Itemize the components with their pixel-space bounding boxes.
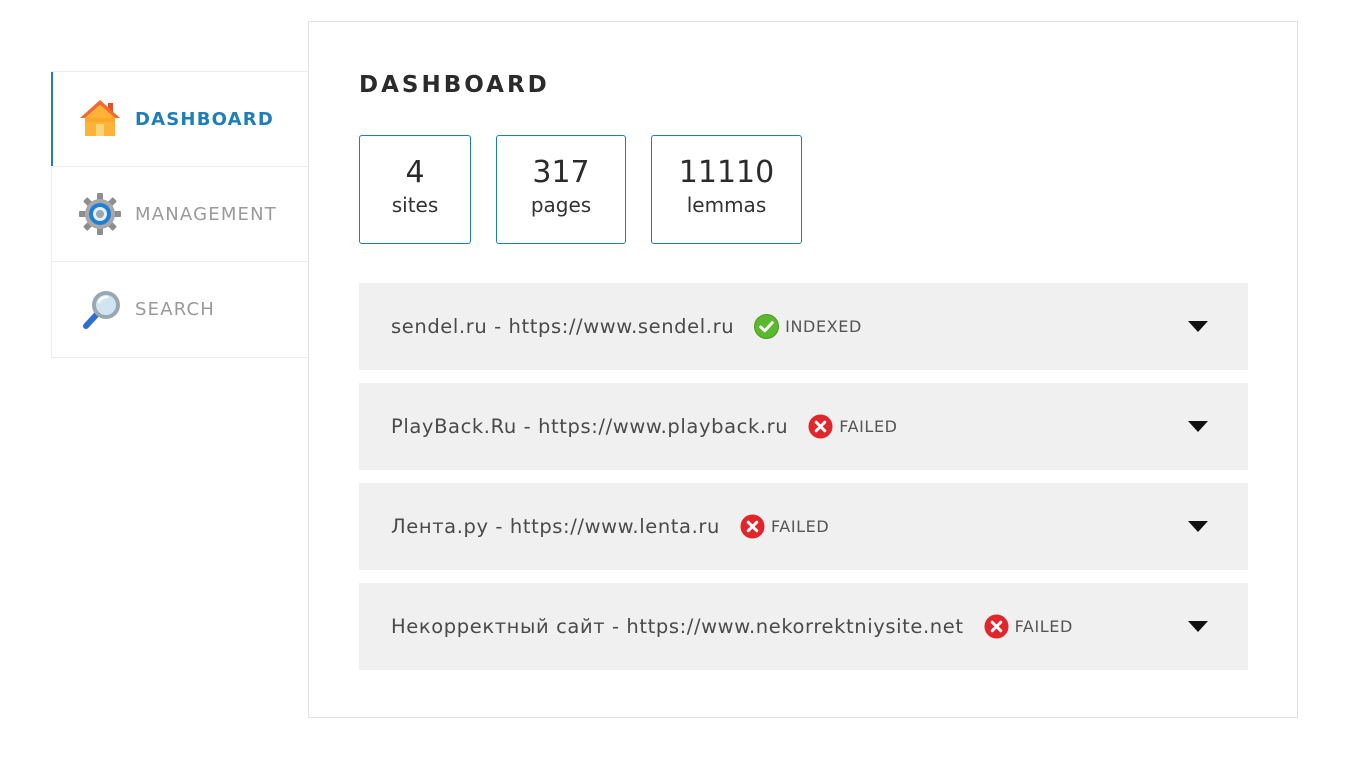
site-title: Некорректный сайт - https://www.nekorrek…: [391, 615, 964, 638]
page-title: DASHBOARD: [359, 72, 550, 98]
status-label: FAILED: [770, 517, 830, 536]
sidebar-item-dashboard[interactable]: DASHBOARD: [51, 72, 308, 167]
status-label: INDEXED: [785, 317, 862, 336]
stat-label: sites: [391, 193, 439, 217]
chevron-down-icon[interactable]: [1188, 621, 1208, 633]
magnifier-icon: [78, 288, 122, 332]
stat-value: 11110: [678, 155, 775, 190]
error-icon: [808, 414, 833, 439]
chevron-down-icon[interactable]: [1188, 521, 1208, 533]
stat-label: pages: [530, 193, 592, 217]
sidebar-item-label: SEARCH: [135, 299, 216, 320]
sidebar-item-label: MANAGEMENT: [135, 203, 277, 225]
stat-label: lemmas: [686, 193, 767, 217]
site-row[interactable]: sendel.ru - https://www.sendel.ru INDEXE…: [359, 283, 1248, 370]
site-row[interactable]: Некорректный сайт - https://www.nekorrek…: [359, 583, 1248, 670]
site-title: PlayBack.Ru - https://www.playback.ru: [391, 415, 789, 438]
stat-value: 317: [532, 155, 590, 190]
dashboard-panel: DASHBOARD 4 sites 317 pages 11110 lemmas…: [308, 21, 1298, 718]
stat-value: 4: [405, 155, 425, 190]
site-title: sendel.ru - https://www.sendel.ru: [391, 315, 735, 338]
site-row[interactable]: PlayBack.Ru - https://www.playback.ru FA…: [359, 383, 1248, 470]
sidebar-nav: DASHBOARD MANAGEMENT SEARCH: [51, 71, 308, 358]
status-label: FAILED: [839, 417, 898, 436]
check-icon: [754, 314, 780, 339]
site-title: Лента.ру - https://www.lenta.ru: [391, 515, 720, 538]
sidebar-item-management[interactable]: MANAGEMENT: [52, 167, 308, 262]
status-badge: INDEXED: [754, 314, 862, 339]
stat-card-pages: 317 pages: [496, 135, 626, 244]
status-label: FAILED: [1014, 617, 1073, 636]
status-badge: FAILED: [984, 614, 1073, 639]
error-icon: [740, 514, 765, 539]
chevron-down-icon[interactable]: [1188, 321, 1208, 333]
chevron-down-icon[interactable]: [1188, 421, 1208, 433]
site-row[interactable]: Лента.ру - https://www.lenta.ru FAILED: [359, 483, 1248, 570]
stat-card-sites: 4 sites: [359, 135, 471, 244]
sidebar-item-search[interactable]: SEARCH: [52, 262, 308, 357]
gear-icon: [78, 192, 122, 236]
stat-card-lemmas: 11110 lemmas: [651, 135, 802, 244]
home-icon: [78, 97, 122, 141]
sidebar-item-label: DASHBOARD: [135, 108, 274, 130]
status-badge: FAILED: [740, 514, 829, 539]
status-badge: FAILED: [808, 414, 897, 439]
error-icon: [984, 614, 1009, 639]
